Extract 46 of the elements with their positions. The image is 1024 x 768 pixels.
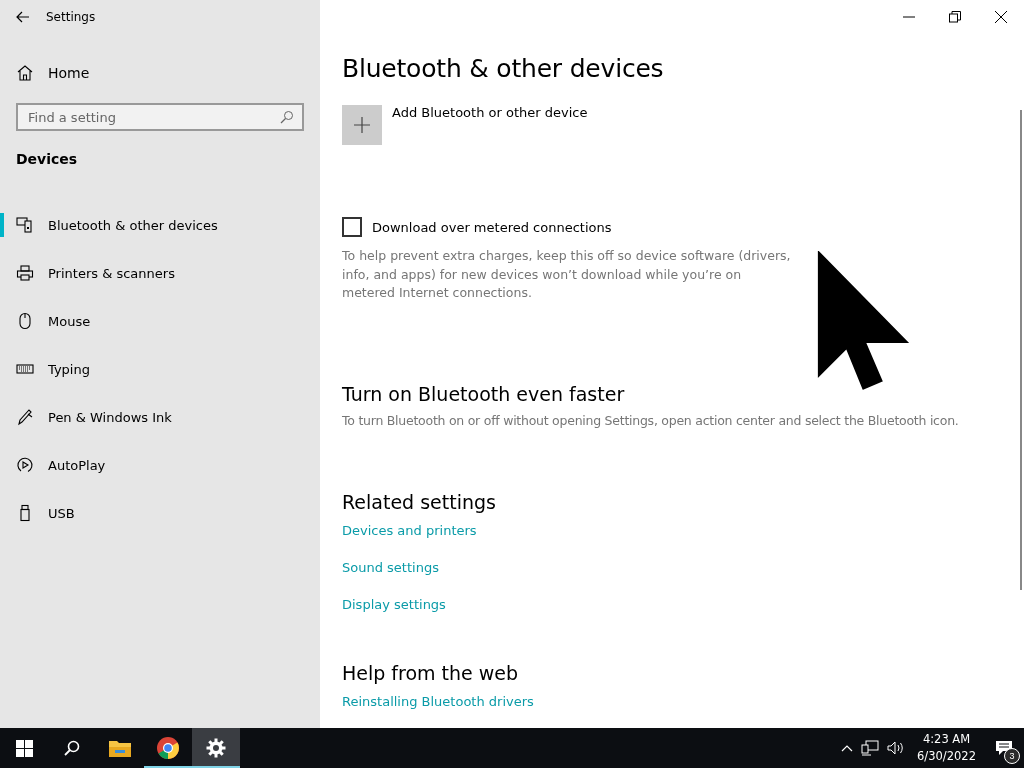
- window-title: Settings: [46, 10, 96, 24]
- back-arrow-icon: [16, 11, 30, 23]
- mouse-icon: [16, 312, 34, 330]
- section-heading: Related settings: [342, 490, 497, 513]
- nav-item[interactable]: Mouse: [0, 297, 320, 345]
- nav-item[interactable]: Pen & Windows Ink: [0, 393, 320, 441]
- page-title: Bluetooth & other devices: [342, 54, 665, 83]
- scrollbar[interactable]: [1020, 110, 1022, 590]
- chevron-up-icon: [841, 744, 854, 752]
- bluetooth-tip-text: To turn Bluetooth on or off without opening Settings, open action center and select the Bluetooth icon.: [342, 412, 960, 428]
- network-icon: [861, 740, 880, 756]
- home-link[interactable]: Home: [0, 51, 320, 95]
- metered-description: To help prevent extra charges, keep this off so device software (drivers, info, and apps) for new devices won’t download while you’re on metered Internet connections.: [342, 247, 792, 302]
- section-heading: Help from the web: [342, 661, 520, 684]
- clock[interactable]: 4:23 AM 6/30/2022: [909, 731, 984, 765]
- settings-link[interactable]: Sound settings: [342, 559, 439, 575]
- minimize-icon: [903, 16, 915, 18]
- action-center-button[interactable]: 3: [984, 728, 1024, 768]
- restore-icon: [949, 11, 961, 23]
- nav-item[interactable]: Bluetooth & other devices: [0, 201, 320, 249]
- browser-icon: [156, 736, 180, 760]
- nav-item[interactable]: USB: [0, 489, 320, 537]
- home-icon: [16, 64, 34, 82]
- section-heading: Devices: [15, 151, 79, 167]
- search-icon: [280, 110, 294, 124]
- notification-count: 3: [1004, 748, 1020, 764]
- search-icon: [63, 739, 81, 757]
- nav-item[interactable]: AutoPlay: [0, 441, 320, 489]
- taskbar-button[interactable]: [192, 728, 240, 768]
- nav-item[interactable]: Typing: [0, 345, 320, 393]
- section-heading: Turn on Bluetooth even faster: [342, 382, 626, 405]
- search-field[interactable]: Find a setting: [16, 103, 304, 131]
- windows-logo-icon: [15, 739, 33, 757]
- printer-icon: [16, 264, 34, 282]
- settings-icon: [206, 738, 226, 758]
- volume-icon: [887, 740, 906, 756]
- keyboard-phone-icon: [16, 216, 34, 234]
- pen-icon: [16, 408, 34, 426]
- plus-icon: [354, 117, 370, 133]
- folder-icon: [108, 738, 132, 758]
- close-icon: [995, 11, 1007, 23]
- nav-item[interactable]: Printers & scanners: [0, 249, 320, 297]
- metered-checkbox[interactable]: Download over metered connections: [342, 217, 1024, 237]
- add-device-button[interactable]: Add Bluetooth or other device: [342, 105, 1024, 145]
- autoplay-icon: [16, 456, 34, 474]
- search-input[interactable]: Find a setting: [28, 109, 280, 125]
